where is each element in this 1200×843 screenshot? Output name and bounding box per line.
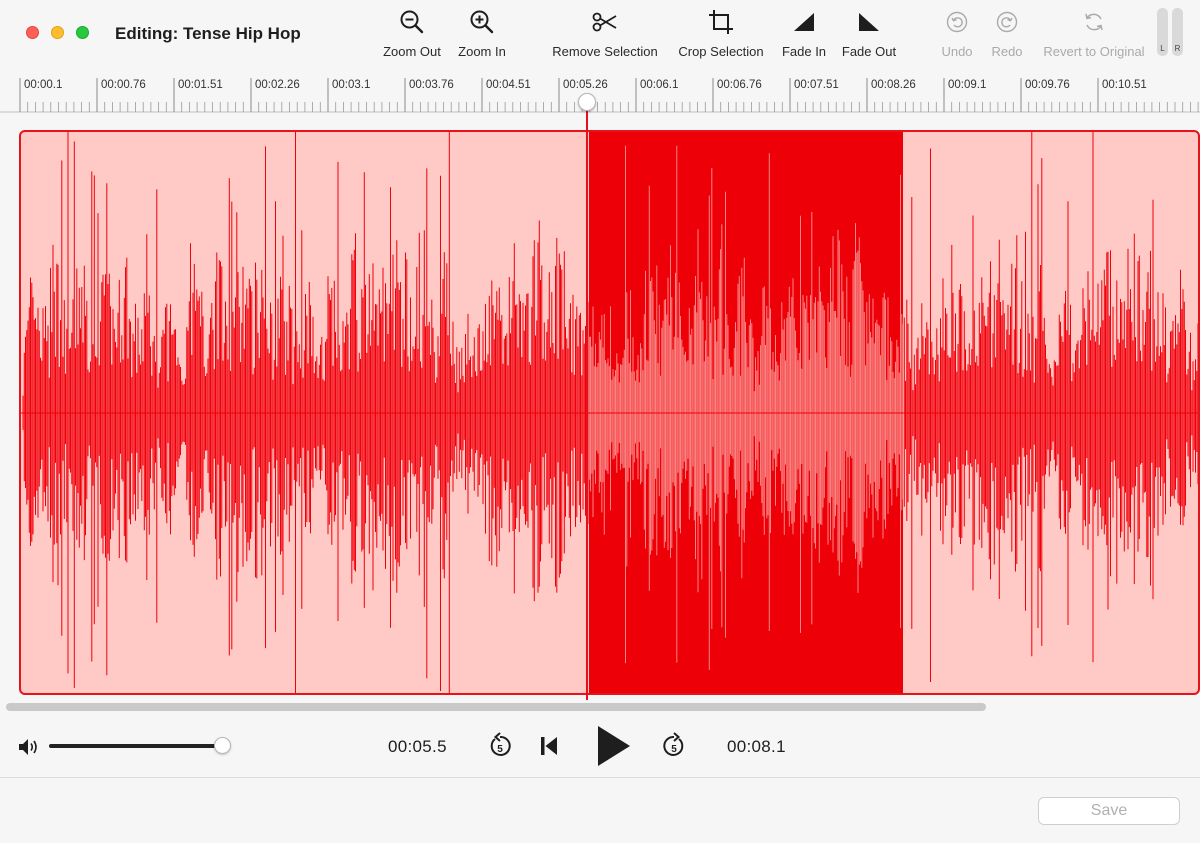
undo-button[interactable]: Undo (938, 6, 976, 64)
zoom-out-button[interactable]: Zoom Out (381, 6, 443, 64)
footer-divider (0, 777, 1200, 778)
time-ruler[interactable]: 00:00.1 00:00.76 00:01.51 00:02.26 00:03.1 00… (0, 68, 1200, 116)
fade-out-label: Fade Out (841, 44, 897, 59)
skip-forward-seconds: 5 (671, 744, 677, 755)
skip-back-5-icon: 5 (490, 732, 511, 756)
remove-selection-button[interactable]: Remove Selection (549, 6, 661, 64)
speaker-icon (18, 738, 40, 761)
zoom-in-label: Zoom In (458, 44, 506, 59)
magnifier-minus-icon (399, 6, 425, 38)
redo-icon (996, 6, 1018, 38)
remove-selection-label: Remove Selection (552, 44, 658, 59)
undo-label: Undo (941, 44, 973, 59)
scissors-icon (591, 6, 619, 38)
minimize-window-button[interactable] (51, 26, 64, 39)
left-level-meter: L (1157, 8, 1168, 56)
ruler-tick-label: 00:00.1 (24, 79, 62, 91)
selection-end-time-display: 00:08.1 (727, 737, 786, 756)
ruler-tick-label: 00:05.26 (563, 79, 608, 91)
window-title: Editing: Tense Hip Hop (115, 24, 301, 43)
ruler-tick-label: 00:03.1 (332, 79, 370, 91)
ruler-tick-label: 00:04.51 (486, 79, 531, 91)
ruler-tick-label: 00:01.51 (178, 79, 223, 91)
redo-label: Redo (991, 44, 1023, 59)
ruler-tick-label: 00:07.51 (794, 79, 839, 91)
play-icon (598, 726, 630, 766)
crop-selection-button[interactable]: Crop Selection (675, 6, 767, 64)
maximize-window-button[interactable] (76, 26, 89, 39)
skip-forward-5-icon: 5 (663, 732, 684, 756)
fade-out-button[interactable]: Fade Out (840, 6, 898, 64)
ruler-tick-label: 00:08.26 (871, 79, 916, 91)
fade-in-label: Fade In (781, 44, 827, 59)
revert-icon (1083, 6, 1105, 38)
zoom-out-label: Zoom Out (383, 44, 441, 59)
ruler-ticks: 00:00.1 00:00.76 00:01.51 00:02.26 00:03.1 00… (0, 78, 1200, 113)
ruler-tick-label: 00:09.76 (1025, 79, 1070, 91)
toolbar: Editing: Tense Hip Hop Zoom Out Zoom In … (0, 0, 1200, 68)
close-window-button[interactable] (26, 26, 39, 39)
skip-back-button[interactable]: 5 (487, 732, 513, 760)
save-button[interactable]: Save (1038, 797, 1180, 825)
fade-in-button[interactable]: Fade In (780, 6, 828, 64)
ruler-tick-label: 00:02.26 (255, 79, 300, 91)
fade-in-icon (792, 6, 816, 38)
current-time-display: 00:05.5 (388, 737, 447, 756)
right-level-meter: R (1172, 8, 1183, 56)
magnifier-plus-icon (469, 6, 495, 38)
volume-slider-handle[interactable] (214, 737, 231, 754)
audio-editor-window: Editing: Tense Hip Hop Zoom Out Zoom In … (0, 0, 1200, 843)
volume-slider-track[interactable] (49, 744, 223, 748)
skip-forward-button[interactable]: 5 (661, 732, 687, 760)
ruler-tick-label: 00:06.76 (717, 79, 762, 91)
crop-icon (708, 6, 734, 38)
waveform-view[interactable] (19, 130, 1200, 695)
revert-to-original-button[interactable]: Revert to Original (1038, 6, 1150, 64)
horizontal-scrollbar[interactable] (6, 703, 986, 711)
ruler-tick-label: 00:00.76 (101, 79, 146, 91)
revert-label: Revert to Original (1043, 44, 1145, 59)
undo-icon (946, 6, 968, 38)
waveform (21, 132, 1198, 693)
ruler-tick-label: 00:06.1 (640, 79, 678, 91)
play-button[interactable] (594, 724, 632, 768)
ruler-tick-label: 00:09.1 (948, 79, 986, 91)
right-channel-label: R (1174, 44, 1181, 53)
zoom-in-button[interactable]: Zoom In (456, 6, 508, 64)
ruler-tick-label: 00:03.76 (409, 79, 454, 91)
skip-back-seconds: 5 (497, 744, 503, 755)
playhead-handle[interactable] (578, 93, 596, 111)
fade-out-icon (857, 6, 881, 38)
redo-button[interactable]: Redo (988, 6, 1026, 64)
skip-to-start-icon (541, 737, 557, 755)
transport-bar: 00:05.5 5 5 00:08.1 (0, 716, 1200, 776)
crop-selection-label: Crop Selection (678, 44, 764, 59)
left-channel-label: L (1160, 44, 1165, 53)
skip-to-start-button[interactable] (538, 734, 560, 758)
playhead-line (586, 106, 588, 700)
ruler-tick-label: 00:10.51 (1102, 79, 1147, 91)
